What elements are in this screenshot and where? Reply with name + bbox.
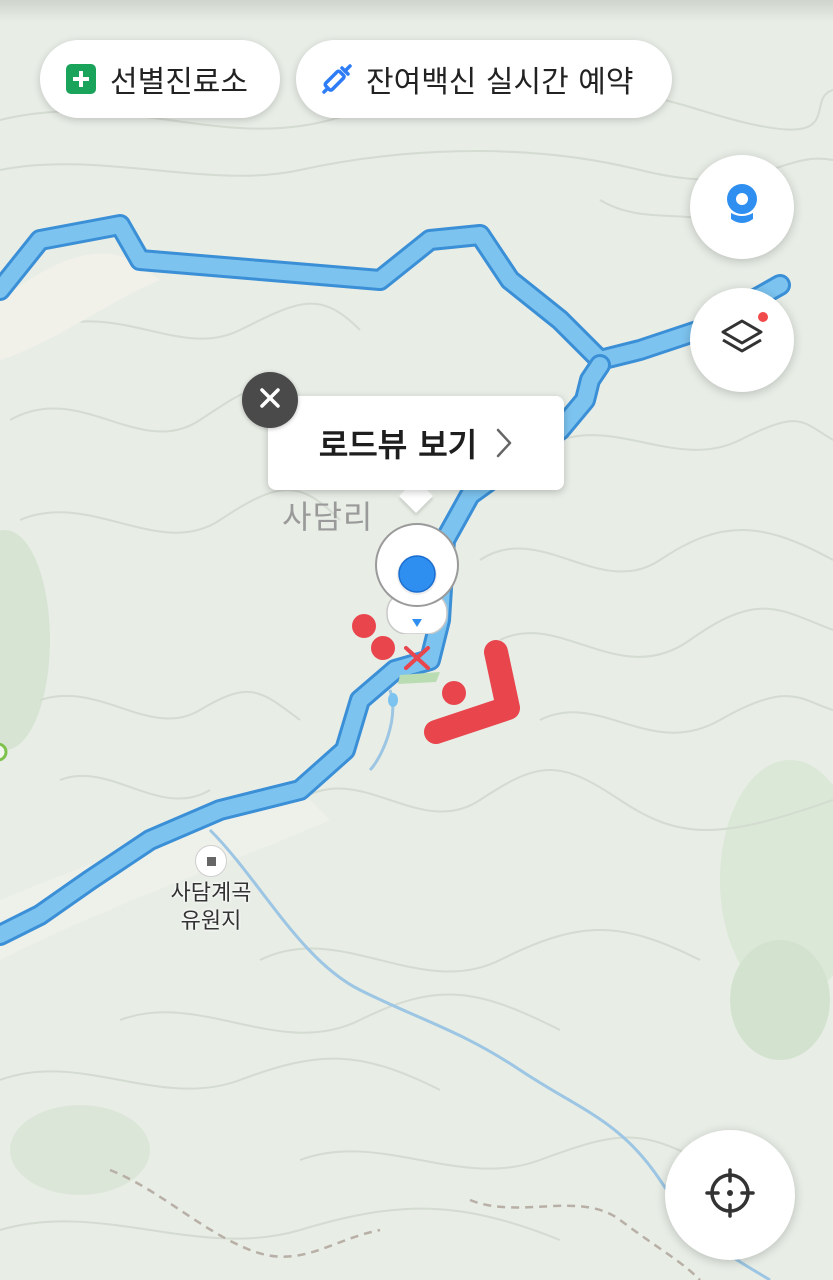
- roadview-callout[interactable]: 로드뷰 보기: [268, 396, 564, 490]
- roadview-callout-label: 로드뷰 보기: [318, 426, 478, 464]
- close-icon: [258, 386, 282, 414]
- map-canvas[interactable]: 선별진료소 잔여백신 실시간 예약 사담리 사담계곡 유원지 로드뷰 보기: [0, 0, 833, 1280]
- red-dot-mark: [352, 614, 376, 638]
- red-dot-mark: [371, 636, 395, 660]
- annotation-markings: [352, 614, 520, 744]
- callout-close-button[interactable]: [242, 372, 298, 428]
- chevron-right-icon: [495, 427, 513, 459]
- red-x-mark: [404, 646, 430, 670]
- red-dot-mark: [442, 681, 466, 705]
- location-pin[interactable]: [374, 522, 460, 635]
